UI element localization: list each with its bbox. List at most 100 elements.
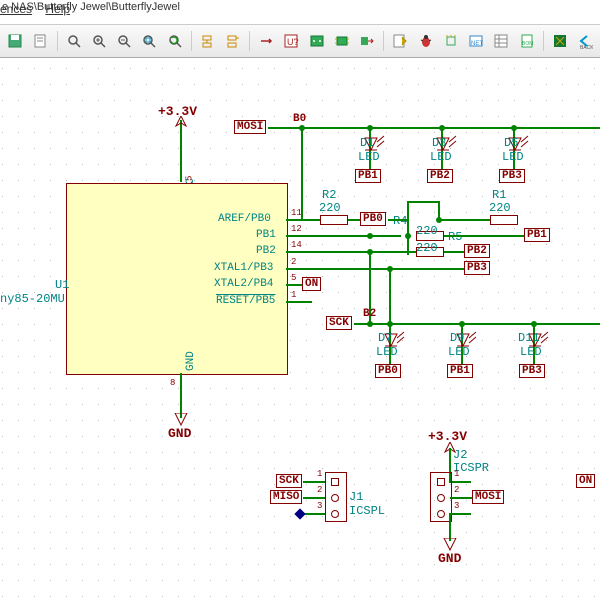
wire: [301, 127, 303, 220]
res-ref: R2: [322, 188, 336, 202]
net-pb1[interactable]: PB1: [355, 169, 381, 183]
led-ref: D1: [360, 136, 374, 150]
pin-number: 14: [291, 240, 302, 250]
netlist-icon[interactable]: NET: [465, 29, 487, 53]
net-pb3[interactable]: PB3: [519, 364, 545, 378]
back-icon[interactable]: BACK: [574, 29, 596, 53]
svg-text:BOM: BOM: [522, 41, 533, 47]
zoom-in-icon[interactable]: [88, 29, 110, 53]
net-mosi[interactable]: MOSI: [472, 490, 504, 504]
pin-circle-icon: [437, 510, 445, 518]
net-b2: B2: [363, 308, 376, 320]
arrow-up-icon: [174, 116, 188, 133]
wire: [386, 268, 464, 270]
res-val: 220: [489, 201, 511, 215]
junction-icon: [299, 125, 305, 131]
pin-name: PB1: [256, 229, 276, 241]
conn-ref: J1: [349, 490, 363, 504]
res-val: 220: [416, 241, 438, 255]
svg-text:NET: NET: [471, 41, 483, 47]
pin-circle-icon: [437, 494, 445, 502]
bug-icon[interactable]: [414, 29, 436, 53]
res-ref: R1: [492, 188, 506, 202]
wire: [311, 219, 320, 221]
net-pb0[interactable]: PB0: [360, 212, 386, 226]
conn-val: ICSPL: [349, 504, 385, 518]
zoom-refresh-icon[interactable]: [163, 29, 185, 53]
wire: [444, 235, 524, 237]
separator-icon: [57, 31, 58, 51]
wire: [286, 284, 302, 286]
symbol-editor-icon[interactable]: [389, 29, 411, 53]
annotate-icon[interactable]: U?: [280, 29, 302, 53]
wire: [407, 201, 409, 255]
wire: [268, 127, 600, 129]
led-val: LED: [376, 345, 398, 359]
save-icon[interactable]: [4, 29, 26, 53]
pin-number: 3: [454, 501, 459, 511]
wire: [303, 513, 325, 515]
bom-icon[interactable]: BOM: [515, 29, 537, 53]
net-pb2[interactable]: PB2: [464, 244, 490, 258]
net-on[interactable]: ON: [576, 474, 595, 488]
pin-name: XTAL2/PB4: [214, 278, 273, 290]
noconnect-icon: [294, 508, 305, 519]
pin-number: 1: [454, 469, 459, 479]
hierarchy-enter-icon[interactable]: [197, 29, 219, 53]
junction-icon: [367, 321, 373, 327]
net-pb2[interactable]: PB2: [427, 169, 453, 183]
net-pb3[interactable]: PB3: [499, 169, 525, 183]
symbol-fields-icon[interactable]: [490, 29, 512, 53]
update-pcb-icon[interactable]: [356, 29, 378, 53]
resistor-r2[interactable]: [320, 215, 348, 225]
wire: [449, 513, 451, 541]
wire: [407, 201, 440, 203]
window-title: e NAS\Butterfly Jewel\ButterflyJewel: [2, 1, 180, 13]
pin-name: XTAL1/PB3: [214, 262, 273, 274]
led-val: LED: [358, 150, 380, 164]
resistor-r1[interactable]: [490, 215, 518, 225]
pin-square-icon: [331, 478, 339, 486]
led-ref: D9: [450, 331, 464, 345]
page-setup-icon[interactable]: [29, 29, 51, 53]
junction-icon: [436, 217, 442, 223]
net-on[interactable]: ON: [302, 277, 321, 291]
footprint-editor-icon[interactable]: [440, 29, 462, 53]
net-sck[interactable]: SCK: [326, 316, 352, 330]
led-val: LED: [430, 150, 452, 164]
zoom-out-icon[interactable]: [113, 29, 135, 53]
hierarchy-leave-icon[interactable]: [222, 29, 244, 53]
pin-name: RESET/PB5: [216, 295, 275, 307]
ic-value: ny85-20MU: [0, 292, 65, 306]
footprint-assign-icon[interactable]: [331, 29, 353, 53]
simulate-icon[interactable]: [255, 29, 277, 53]
zoom-fit-icon[interactable]: [62, 29, 84, 53]
led-ref: D5: [504, 136, 518, 150]
pcb-editor-icon[interactable]: [549, 29, 571, 53]
junction-icon: [405, 233, 411, 239]
net-pb0[interactable]: PB0: [375, 364, 401, 378]
net-sck[interactable]: SCK: [276, 474, 302, 488]
net-miso[interactable]: MISO: [270, 490, 302, 504]
wire: [449, 481, 471, 483]
wire: [450, 497, 472, 499]
net-pb1[interactable]: PB1: [524, 228, 550, 242]
pin-number: 12: [291, 224, 302, 234]
led-val: LED: [502, 150, 524, 164]
net-pb1[interactable]: PB1: [447, 364, 473, 378]
zoom-selection-icon[interactable]: [138, 29, 160, 53]
pin-number: 1: [291, 290, 296, 300]
power-gnd-label: GND: [168, 426, 191, 441]
schematic-canvas[interactable]: +3.3V 15 VCC U1 ny85-20MU AREF/PB0 11 PB…: [0, 58, 600, 600]
separator-icon: [249, 31, 250, 51]
power-gnd2-label: GND: [438, 551, 461, 566]
net-pb3[interactable]: PB3: [464, 261, 490, 275]
res-ref: R5: [448, 230, 462, 244]
led-val: LED: [448, 345, 470, 359]
junction-icon: [367, 233, 373, 239]
net-mosi[interactable]: MOSI: [234, 120, 266, 134]
separator-icon: [543, 31, 544, 51]
pin-number: 3: [317, 501, 322, 511]
erc-icon[interactable]: [306, 29, 328, 53]
wire: [389, 268, 391, 324]
